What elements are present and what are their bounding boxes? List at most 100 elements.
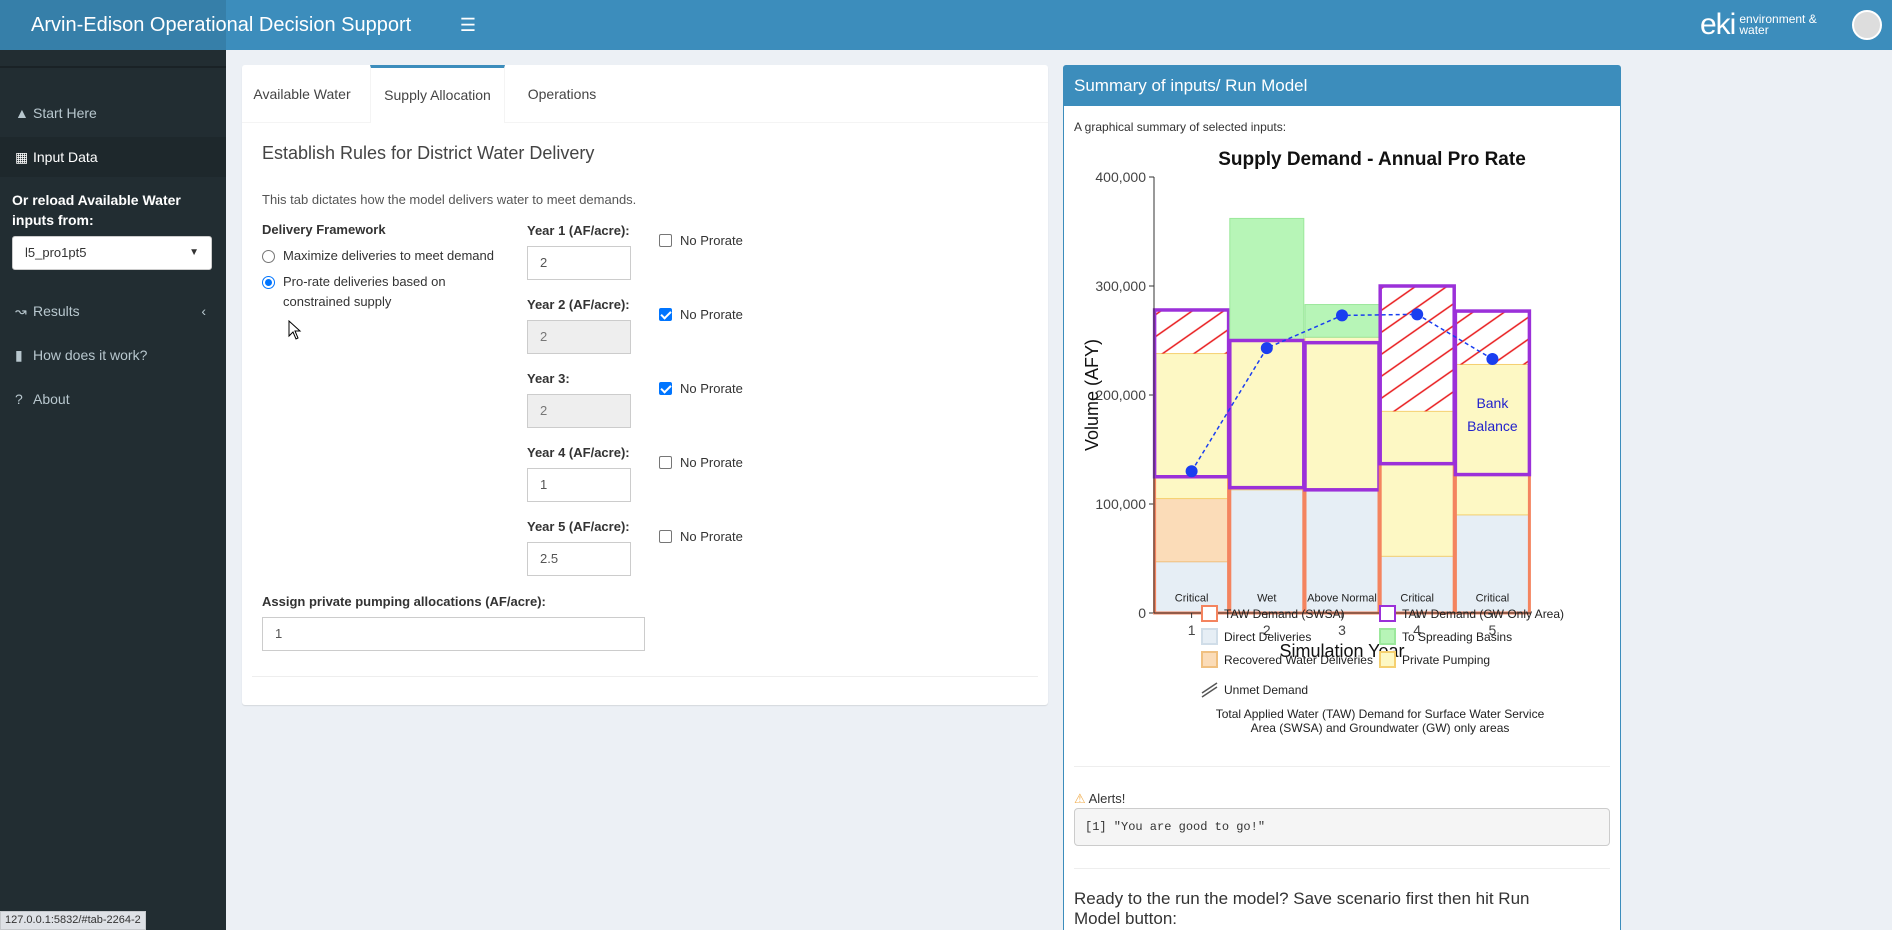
year-3-input[interactable]: 2	[527, 394, 631, 428]
district-seal-icon	[1852, 10, 1882, 40]
ready-text: Ready to the run the model? Save scenari…	[1074, 889, 1530, 928]
year-5-input[interactable]: 2.5	[527, 542, 631, 576]
checkbox-label: No Prorate	[680, 455, 743, 470]
reload-select-value: l5_pro1pt5	[25, 245, 87, 260]
year-type-label: Critical	[1476, 593, 1510, 605]
radio-label: Maximize deliveries to meet demand	[283, 248, 494, 263]
framework-option-maximize[interactable]: Maximize deliveries to meet demand	[262, 248, 494, 263]
chevron-left-icon: ‹	[201, 303, 206, 319]
checkbox[interactable]	[659, 530, 672, 543]
x-tick-label: 3	[1338, 622, 1346, 638]
bank-balance-point	[1486, 353, 1499, 366]
bar-private-pumping	[1454, 363, 1530, 516]
year-type-label: Above Normal	[1307, 593, 1377, 605]
sidebar-item-results[interactable]: ↝ Results ‹	[0, 291, 226, 331]
pumping-input[interactable]: 1	[262, 617, 645, 651]
line-chart-icon: ↝	[15, 303, 27, 319]
sidebar-item-about[interactable]: ? About	[0, 379, 226, 419]
bar-private-pumping	[1229, 340, 1305, 491]
radio-prorate[interactable]	[262, 276, 275, 289]
sidebar-item-label: Input Data	[33, 149, 98, 165]
legend-swatch	[1379, 628, 1396, 645]
bank-balance-annotation-line-2: Balance	[1467, 418, 1518, 434]
year-1-label: Year 1 (AF/acre):	[527, 223, 630, 238]
bar-private-pumping	[1304, 336, 1380, 492]
year-4-label: Year 4 (AF/acre):	[527, 445, 630, 460]
tab-supply-allocation[interactable]: Supply Allocation	[370, 65, 505, 123]
year-3-no-prorate[interactable]: No Prorate	[659, 381, 743, 396]
year-2-no-prorate[interactable]: No Prorate	[659, 307, 743, 322]
framework-option-prorate[interactable]: Pro-rate deliveries based on constrained…	[262, 272, 472, 312]
pane-title: Establish Rules for District Water Deliv…	[262, 143, 595, 163]
bank-balance-point	[1185, 465, 1198, 478]
mouse-cursor-icon	[288, 319, 302, 345]
reload-label: Or reload Available Water inputs from:	[12, 192, 181, 228]
bar-private-pumping	[1379, 410, 1455, 557]
summary-panel: Summary of inputs/ Run Model A graphical…	[1063, 65, 1621, 930]
chart-title: Supply Demand - Annual Pro Rate	[1218, 149, 1526, 170]
top-navbar: Arvin-Edison Operational Decision Suppor…	[0, 0, 1892, 50]
tab-available-water[interactable]: Available Water	[242, 65, 362, 123]
input-tabbox: Available Water Supply Allocation Operat…	[242, 65, 1048, 705]
year-2-label: Year 2 (AF/acre):	[527, 297, 630, 312]
reload-select[interactable]: l5_pro1pt5 ▼	[12, 236, 212, 270]
y-tick-label: 0	[1138, 605, 1146, 621]
legend-swatch	[1201, 605, 1218, 622]
alerts-heading: ⚠ Alerts!	[1074, 791, 1125, 807]
tab-strip: Available Water Supply Allocation Operat…	[242, 65, 1048, 123]
bar-unmet-demand	[1154, 309, 1229, 354]
sidebar-item-input-data[interactable]: ▦ Input Data	[0, 137, 226, 177]
alerts-output: [1] "You are good to go!"	[1074, 808, 1610, 846]
eki-logo: eki environment & water	[1700, 8, 1829, 42]
alerts-label: Alerts!	[1088, 791, 1126, 806]
bank-balance-point	[1336, 309, 1348, 322]
bar-unmet-demand	[1380, 286, 1455, 412]
legend-label: Direct Deliveries	[1224, 630, 1311, 644]
chart-caption-line: Area (SWSA) and Groundwater (GW) only ar…	[1251, 721, 1510, 735]
legend-swatch	[1379, 651, 1396, 668]
legend-label: TAW Demand (GW Only Area)	[1402, 607, 1564, 621]
question-icon: ?	[15, 391, 23, 407]
radio-maximize[interactable]	[262, 250, 275, 263]
x-tick-label: 1	[1188, 622, 1196, 638]
app-title[interactable]: Arvin-Edison Operational Decision Suppor…	[0, 0, 411, 50]
year-5-no-prorate[interactable]: No Prorate	[659, 529, 743, 544]
year-3-label: Year 3:	[527, 371, 570, 386]
y-axis-label: Volume (AFY)	[1082, 339, 1102, 451]
sidebar-item-label: About	[33, 391, 70, 407]
supply-demand-chart: Supply Demand - Annual Pro Rate 0 100,000 2…	[1082, 149, 1564, 735]
legend-swatch	[1379, 605, 1396, 622]
year-1-no-prorate[interactable]: No Prorate	[659, 233, 743, 248]
tab-operations[interactable]: Operations	[512, 65, 612, 123]
book-icon: ▮	[15, 347, 23, 363]
checkbox-label: No Prorate	[680, 529, 743, 544]
sidebar-item-how-does-it-work[interactable]: ▮ How does it work?	[0, 335, 226, 375]
y-tick-label: 400,000	[1095, 169, 1146, 185]
year-4-no-prorate[interactable]: No Prorate	[659, 455, 743, 470]
eki-logo-subtext: environment & water	[1739, 12, 1817, 37]
sidebar-toggle-icon[interactable]: ☰	[452, 0, 484, 50]
checkbox-label: No Prorate	[680, 381, 743, 396]
bar-spreading-basins	[1229, 217, 1305, 341]
bank-balance-point	[1411, 308, 1424, 321]
checkbox-label: No Prorate	[680, 233, 743, 248]
checkbox[interactable]	[659, 456, 672, 469]
eki-logo-text: eki	[1700, 8, 1736, 41]
checkbox[interactable]	[659, 308, 672, 321]
panel-title: Summary of inputs/ Run Model	[1064, 66, 1620, 106]
status-url: 127.0.0.1:5832/#tab-2264-2	[0, 911, 146, 930]
checkbox[interactable]	[659, 382, 672, 395]
year-2-input[interactable]: 2	[527, 320, 631, 354]
caret-down-icon: ▼	[189, 247, 199, 258]
bar-recovered-water	[1154, 498, 1230, 563]
checkbox[interactable]	[659, 234, 672, 247]
year-type-label: Critical	[1400, 593, 1434, 605]
sidebar-item-start-here[interactable]: ▲ Start Here	[0, 93, 226, 133]
divider	[252, 676, 1038, 677]
legend-label: Private Pumping	[1402, 653, 1490, 667]
legend-label: To Spreading Basins	[1402, 630, 1512, 644]
year-4-input[interactable]: 1	[527, 468, 631, 502]
year-1-input[interactable]: 2	[527, 246, 631, 280]
table-icon: ▦	[15, 149, 29, 165]
pane-description: This tab dictates how the model delivers…	[262, 192, 637, 207]
